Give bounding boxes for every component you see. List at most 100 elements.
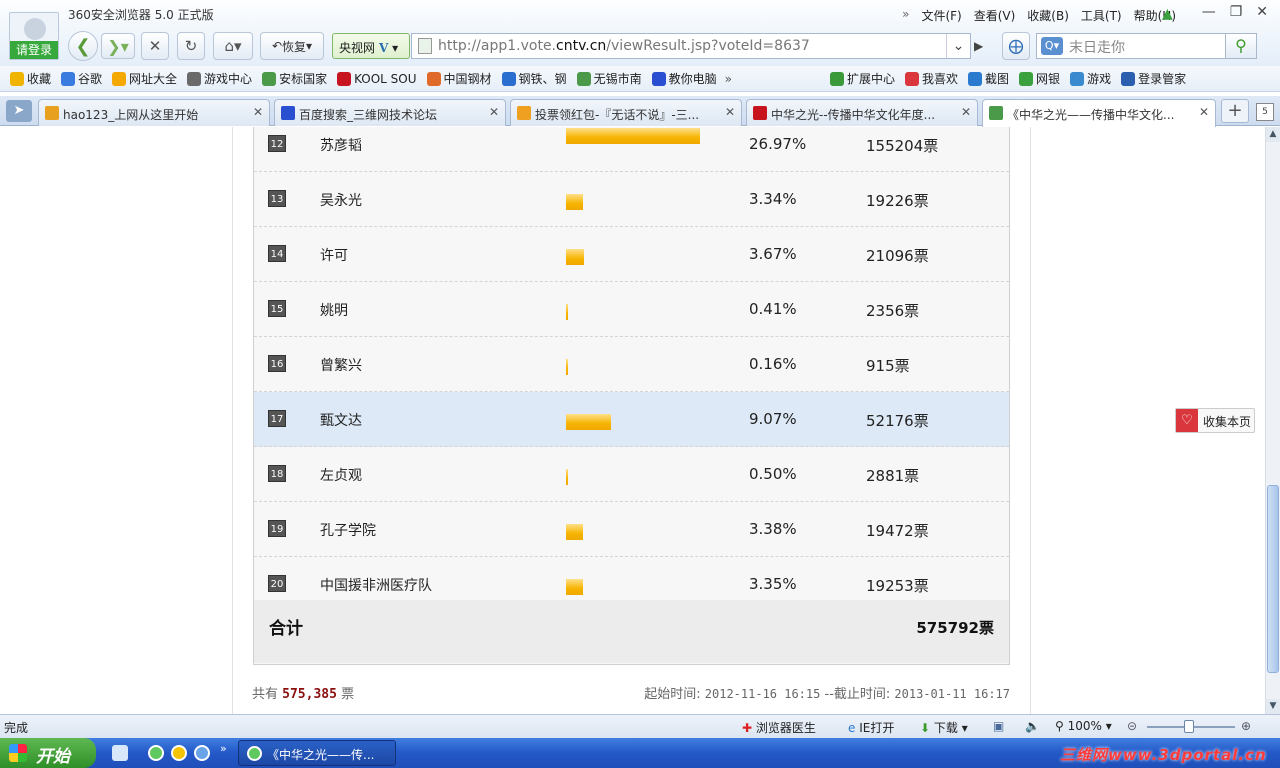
right-bookmark-0[interactable]: 扩展中心 [830,70,895,87]
browser-doctor-button[interactable]: ✚ 浏览器医生 [742,719,816,736]
bookmark-label: 钢铁、钢 [518,72,567,86]
show-desktop-icon[interactable] [112,745,128,761]
left-bookmark-1[interactable]: 谷歌 [61,70,102,87]
left-bookmark-7[interactable]: 钢铁、钢 [501,70,567,87]
more-bookmarks-icon[interactable]: » [725,72,732,86]
vote-count: 52176票 [866,412,929,430]
right-bookmark-5[interactable]: 登录管家 [1121,70,1186,87]
left-bookmark-6[interactable]: 中国钢材 [426,70,492,87]
scroll-up-icon[interactable]: ▲ [1266,127,1280,142]
end-date: 2013-01-11 16:17 [894,687,1010,701]
sidebar-toggle-icon[interactable]: ➤ [6,100,32,122]
skin-shirt-icon[interactable]: ▲ [1162,6,1173,22]
tab-count-badge[interactable]: 5 [1256,103,1274,121]
left-bookmark-2[interactable]: 网址大全 [112,70,177,87]
left-bookmark-4[interactable]: 安标国家 [262,70,327,87]
360-safe-icon[interactable] [171,745,187,761]
zoom-slider-knob[interactable] [1184,720,1194,733]
tab-label: 百度搜索_三维网技术论坛 [299,108,438,122]
menu-favorites[interactable]: 收藏(B) [1027,7,1069,24]
menu-view[interactable]: 查看(V) [974,7,1016,24]
vote-bar [566,469,568,485]
shield-icon: ⨁ [1008,37,1024,55]
forward-button[interactable]: ❯▾ [101,33,135,59]
tab-close-icon[interactable]: ✕ [725,105,735,119]
ie-open-label: IE打开 [859,721,895,735]
minimize-icon[interactable]: — [1202,4,1216,20]
zoom-level[interactable]: ⚲ 100% ▾ [1055,719,1112,733]
total-row: 合计 575792票 [254,600,1009,663]
left-bookmark-5[interactable]: KOOL SOU [337,71,417,86]
quicklaunch-more-icon[interactable]: » [220,742,227,755]
login-avatar[interactable]: 请登录 [9,12,59,60]
menu-tools[interactable]: 工具(T) [1081,7,1122,24]
search-input[interactable]: Q▾ 末日走你 [1036,33,1226,59]
address-dropdown-icon[interactable]: ⌄ [946,34,970,58]
new-tab-button[interactable]: + [1221,99,1249,123]
zoom-in-icon[interactable]: ⊕ [1241,719,1251,733]
right-bookmark-3[interactable]: 网银 [1019,70,1060,87]
tab-close-icon[interactable]: ✕ [253,105,263,119]
tab-2[interactable]: 投票领红包-『无话不说』-三... ✕ [510,99,742,126]
maximize-icon[interactable]: ❐ [1230,4,1243,20]
app-title: 360安全浏览器 5.0 正式版 [68,8,214,22]
search-placeholder: 末日走你 [1069,40,1125,56]
tab-close-icon[interactable]: ✕ [489,105,499,119]
window-icon[interactable]: ▣ [993,719,1004,733]
volume-icon[interactable]: 🔈 [1025,719,1040,733]
search-engine-icon[interactable]: Q▾ [1041,37,1063,55]
security-shield-button[interactable]: ⨁ [1002,32,1030,60]
search-button[interactable]: ⚲ [1225,33,1257,59]
right-bookmark-2[interactable]: 截图 [968,70,1009,87]
address-bar[interactable]: http://app1.vote. cntv.cn/viewResult.jsp?… [411,33,971,59]
360-browser-icon[interactable] [148,745,164,761]
menu-file[interactable]: 文件(F) [921,7,961,24]
menu-chevron-icon[interactable]: » [902,7,909,24]
rank-badge: 13 [268,190,286,207]
left-bookmark-9[interactable]: 教你电脑 [651,70,717,87]
collect-page-button[interactable]: ♡ 收集本页 [1175,408,1255,433]
start-button[interactable]: 开始 [0,738,96,768]
tab-close-icon[interactable]: ✕ [1199,105,1209,119]
rank-badge: 14 [268,245,286,262]
download-button[interactable]: ⬇ 下载 ▾ [920,719,968,736]
kool-icon [337,71,352,86]
close-window-icon[interactable]: ✕ [1256,4,1268,20]
tab-1[interactable]: 百度搜索_三维网技术论坛 ✕ [274,99,506,126]
rank-badge: 18 [268,465,286,482]
left-bookmark-8[interactable]: 无锡市南 [576,70,642,87]
stop-button[interactable]: ✕ [141,32,169,60]
vertical-scrollbar[interactable]: ▲ ▼ [1265,127,1280,714]
home-button[interactable]: ⌂▾ [213,32,253,60]
tab-4[interactable]: 《中华之光——传播中华文化... ✕ [982,99,1216,127]
ie-open-button[interactable]: e IE打开 [848,719,894,736]
vote-percent: 0.50% [749,465,797,483]
cctv-button[interactable]: 央视网 V ▾ [332,33,410,59]
left-bookmark-3[interactable]: 游戏中心 [187,70,252,87]
cctv-logo: V [379,41,389,55]
go-button[interactable]: ▶ [974,33,994,59]
tab-3[interactable]: 中华之光--传播中华文化年度... ✕ [746,99,978,126]
table-row: 18 左贞观 0.50% 2881票 [254,447,1009,502]
bookmarks-left: 收藏 谷歌 网址大全 游戏中心 安标国家 KOOL SOU 中国钢材 钢铁、钢 无锡市南 教你电脑 [0,70,717,87]
vote-bar [566,359,568,375]
scroll-down-icon[interactable]: ▼ [1266,699,1280,714]
refresh-button[interactable]: ↻ [177,32,205,60]
vote-result-table: 12 苏彦韬 26.97% 155204票 13 吴永光 3.34% 19226票 14 许可 3.… [253,127,1010,665]
tab-favicon-icon [989,106,1003,120]
tab-0[interactable]: hao123_上网从这里开始 ✕ [38,99,270,126]
rank-badge: 12 [268,135,286,152]
scroll-thumb[interactable] [1267,485,1279,673]
login-label[interactable]: 请登录 [10,41,58,59]
back-button[interactable]: ❮ [68,31,98,61]
taskbar-window-item[interactable]: 《中华之光——传... [238,740,396,766]
tab-close-icon[interactable]: ✕ [961,105,971,119]
zoom-out-icon[interactable]: ⊝ [1127,719,1137,733]
right-bookmark-1[interactable]: 我喜欢 [905,70,958,87]
table-row: 17 甄文达 9.07% 52176票 [254,392,1009,447]
right-bookmark-4[interactable]: 游戏 [1070,70,1111,87]
left-bookmark-0[interactable]: 收藏 [10,70,51,87]
restore-button[interactable]: ↶ 恢复 ▾ [260,32,324,60]
ie-quicklaunch-icon[interactable] [194,745,210,761]
vote-percent: 0.16% [749,355,797,373]
